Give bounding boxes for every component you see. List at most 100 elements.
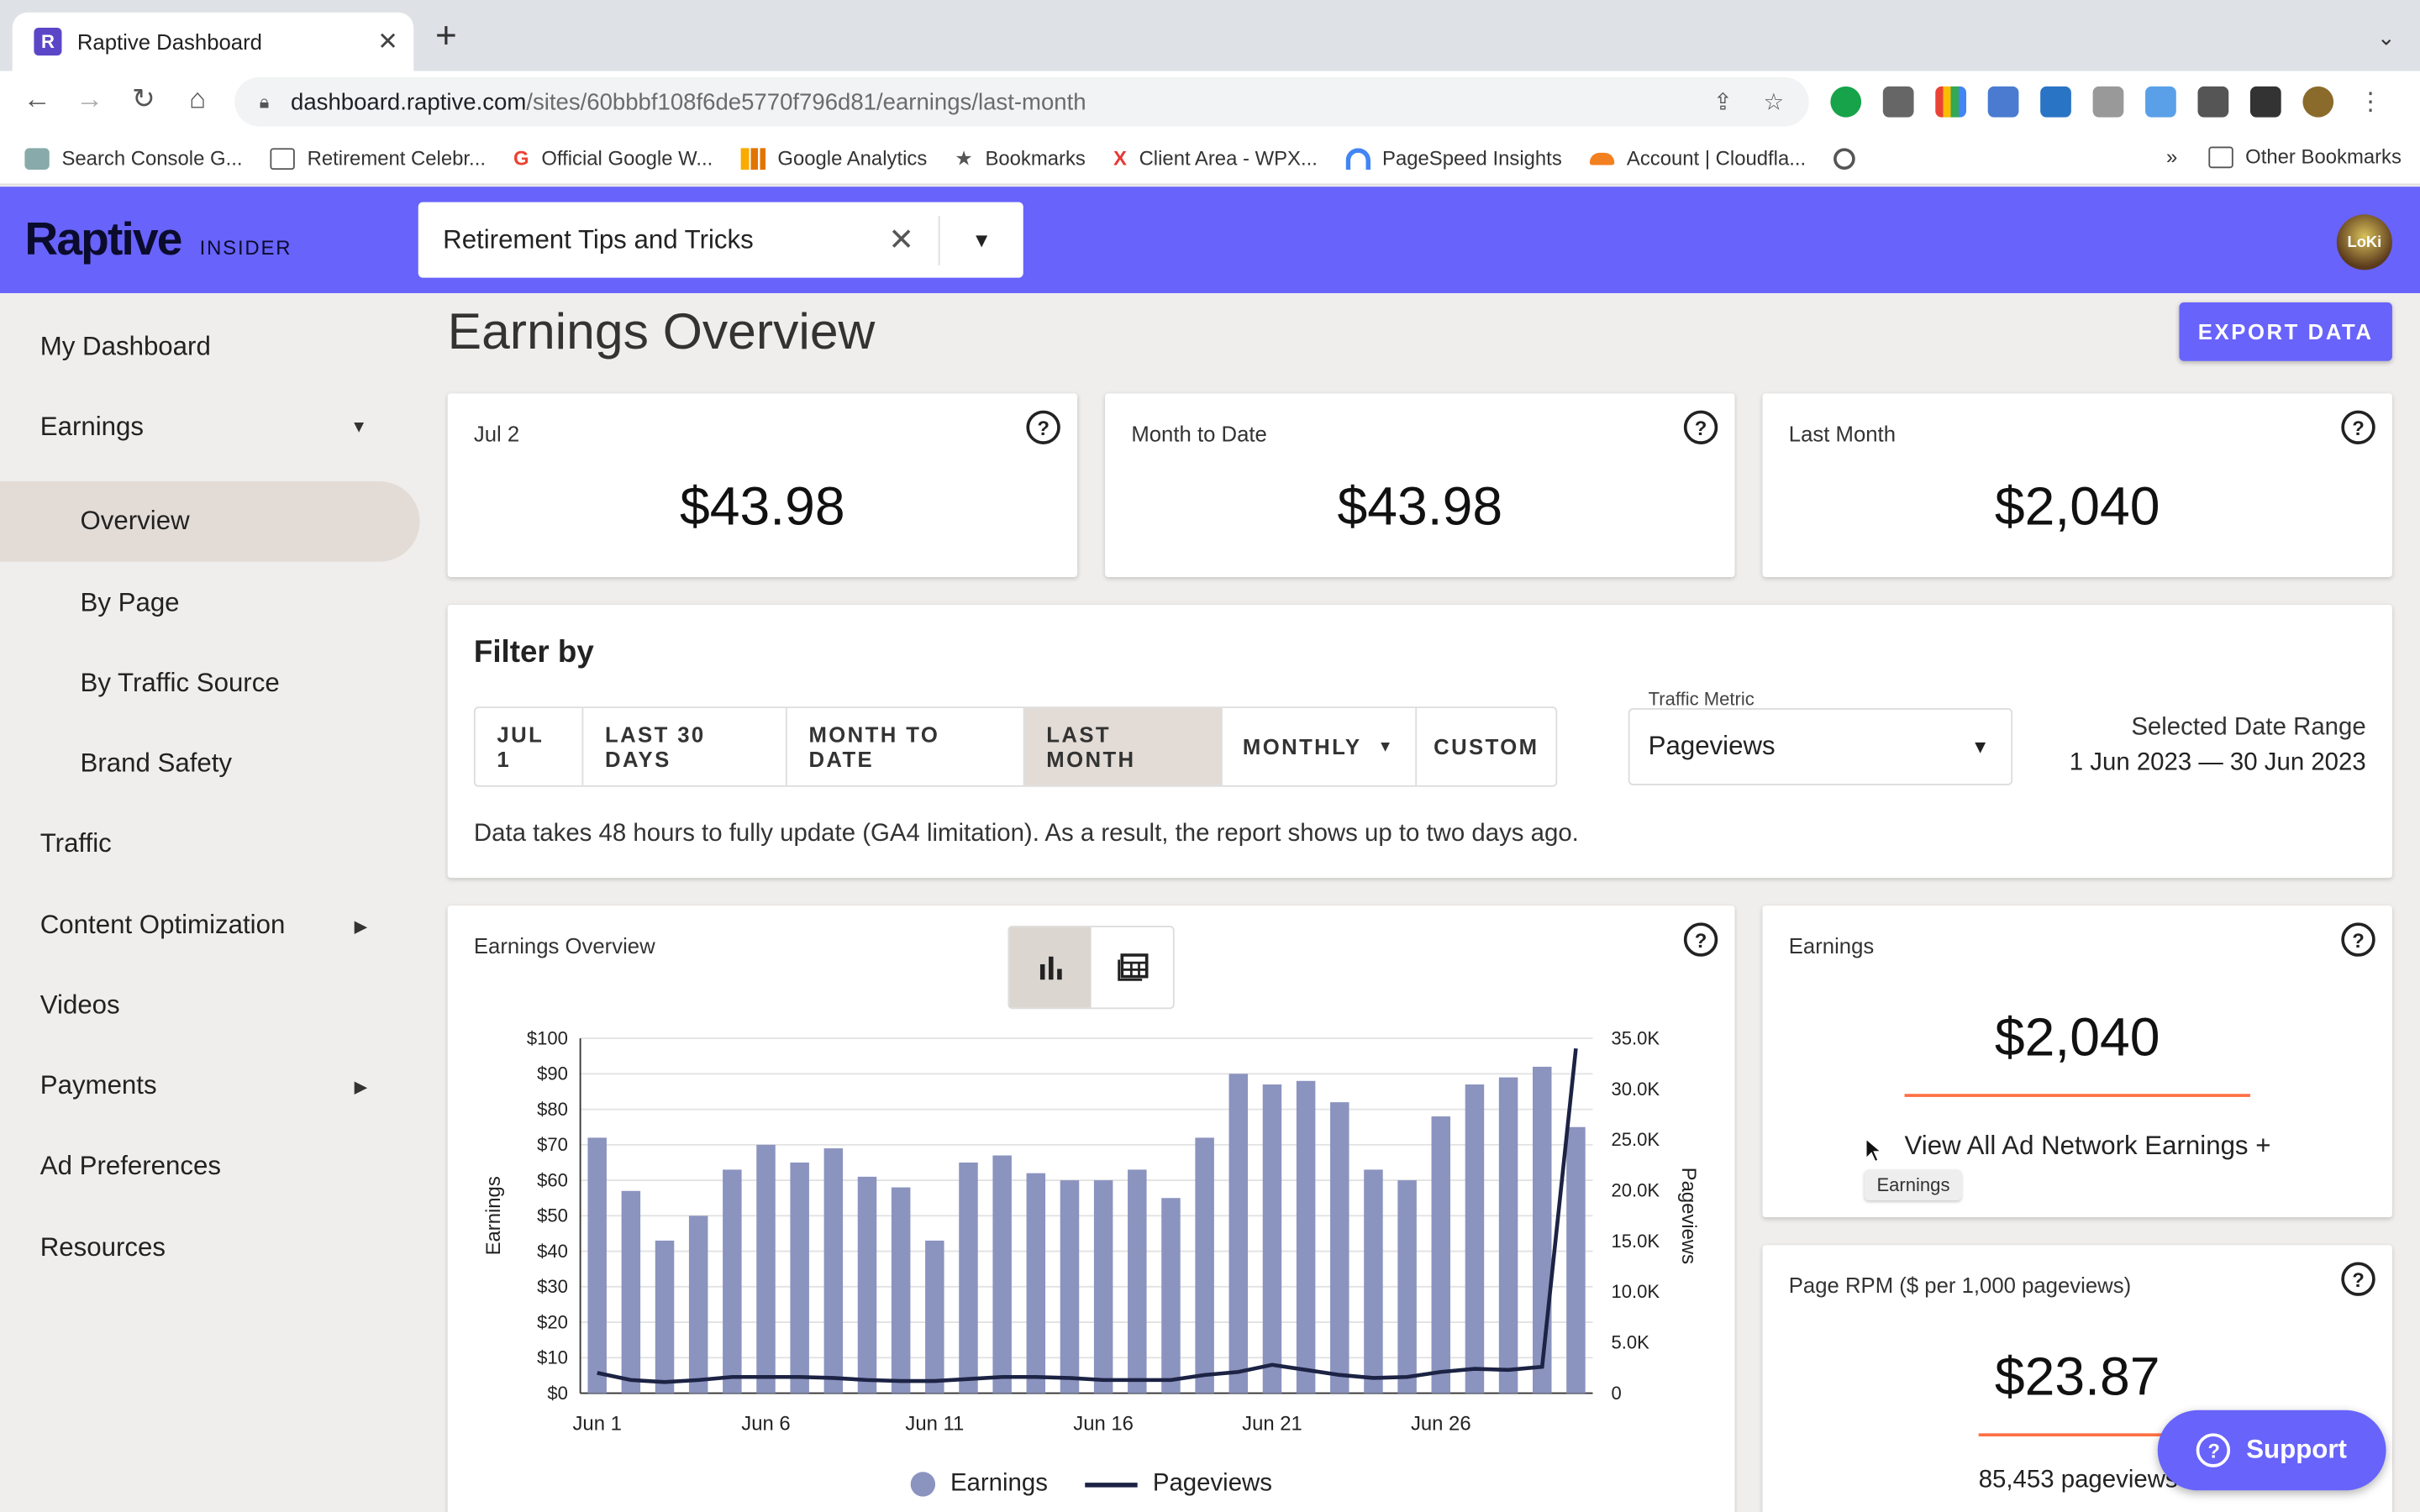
- share-icon[interactable]: ⇪: [1713, 88, 1733, 116]
- grammarly-extension-icon[interactable]: [1830, 86, 1862, 118]
- bookmark-globe[interactable]: [1833, 147, 1855, 170]
- app-header: Raptive INSIDER Retirement Tips and Tric…: [0, 186, 2420, 293]
- y2-tick-label: 15.0K: [1612, 1231, 1660, 1252]
- back-icon[interactable]: ←: [18, 83, 55, 116]
- sidebar-item-by-page[interactable]: By Page: [0, 563, 420, 643]
- sidebar-item-ad-preferences[interactable]: Ad Preferences: [0, 1126, 420, 1207]
- traffic-metric-select[interactable]: Pageviews ▼: [1628, 708, 2013, 785]
- data-delay-note: Data takes 48 hours to fully update (GA4…: [473, 821, 1579, 848]
- page-title: Earnings Overview: [447, 302, 876, 360]
- pin-extension-icon[interactable]: [2145, 86, 2176, 118]
- bookmark-retirement-celebr[interactable]: Retirement Celebr...: [270, 146, 486, 170]
- sidebar-item-payments[interactable]: Payments ▶: [0, 1046, 420, 1126]
- help-icon[interactable]: ?: [2341, 1262, 2375, 1296]
- bookmark-client-area-wpx[interactable]: X Client Area - WPX...: [1113, 146, 1318, 170]
- help-icon[interactable]: ?: [1683, 410, 1718, 444]
- export-data-button[interactable]: EXPORT DATA: [2179, 302, 2392, 361]
- earnings-bar: [1296, 1080, 1316, 1394]
- sidebar-item-traffic[interactable]: Traffic: [0, 804, 420, 885]
- view-all-ad-network-earnings-link[interactable]: View All Ad Network Earnings +: [1905, 1131, 2271, 1162]
- legend-earnings[interactable]: Earnings: [910, 1470, 1048, 1498]
- earnings-bar: [1566, 1126, 1586, 1394]
- url-host: dashboard.raptive.com: [291, 88, 527, 115]
- earnings-bar: [1498, 1077, 1518, 1394]
- stat-value: $2,040: [1994, 476, 2160, 538]
- star-icon: ★: [955, 145, 973, 170]
- sidebar-item-overview[interactable]: Overview: [0, 481, 420, 562]
- new-tab-icon[interactable]: +: [435, 18, 457, 55]
- brand-logo[interactable]: Raptive INSIDER: [24, 214, 292, 266]
- bookmark-cloudflare[interactable]: Account | Cloudfla...: [1589, 146, 1806, 170]
- bookmarks-bar: Search Console G... Retirement Celebr...…: [0, 132, 2420, 186]
- earnings-bar: [1330, 1102, 1349, 1394]
- filter-last-30-days-button[interactable]: LAST 30 DAYS: [583, 708, 787, 785]
- earnings-bar: [1228, 1074, 1249, 1394]
- bookmark-bookmarks[interactable]: ★ Bookmarks: [955, 146, 1086, 171]
- site-selector[interactable]: Retirement Tips and Tricks ✕ ▼: [418, 202, 1023, 278]
- recycle-extension-icon[interactable]: [1882, 86, 1914, 118]
- profile-icon[interactable]: [2302, 86, 2334, 118]
- bookmark-pagespeed[interactable]: PageSpeed Insights: [1344, 146, 1562, 170]
- translate-extension-icon[interactable]: [1987, 86, 2019, 118]
- stat-card-month-to-date: Month to Date ? $43.98: [1105, 393, 1735, 577]
- filter-month-to-date-button[interactable]: MONTH TO DATE: [787, 708, 1025, 785]
- puzzle-extensions-icon[interactable]: [2197, 86, 2229, 118]
- earnings-bar: [688, 1215, 708, 1394]
- sidebar-item-earnings[interactable]: Earnings ▼: [0, 387, 420, 468]
- pagespeed-icon: [1344, 147, 1370, 170]
- tab-close-icon[interactable]: ✕: [377, 26, 398, 57]
- earnings-bar: [1431, 1116, 1451, 1394]
- forward-icon[interactable]: →: [71, 83, 108, 116]
- y-tick-label: $30: [537, 1276, 568, 1297]
- help-icon[interactable]: ?: [2341, 922, 2375, 957]
- folder-icon: [2208, 145, 2233, 168]
- home-icon[interactable]: ⌂: [179, 83, 216, 116]
- legend-pageviews[interactable]: Pageviews: [1085, 1470, 1272, 1498]
- filter-last-month-button[interactable]: LAST MONTH: [1024, 708, 1223, 785]
- earnings-chart-card: Earnings Overview ? $0 $10 $20 $30 $40 $50 $60…: [447, 906, 1735, 1512]
- y-axis-label: Earnings: [482, 1176, 505, 1255]
- bookmark-official-google[interactable]: G Official Google W...: [513, 146, 713, 170]
- stat-label: Month to Date: [1131, 421, 1267, 446]
- bookmark-google-analytics[interactable]: Google Analytics: [740, 146, 927, 170]
- stat-card-last-month: Last Month ? $2,040: [1762, 393, 2392, 577]
- earnings-bar: [1128, 1169, 1147, 1394]
- filter-monthly-button[interactable]: MONTHLY ▼: [1223, 708, 1418, 785]
- chart-legend: Earnings Pageviews: [448, 1470, 1735, 1498]
- bookmarks-overflow-icon[interactable]: »: [2166, 145, 2177, 169]
- bookmark-star-icon[interactable]: ☆: [1764, 88, 1785, 116]
- sidebar-item-content-optimization[interactable]: Content Optimization ▶: [0, 885, 420, 966]
- google-extension-icon[interactable]: [1935, 86, 1967, 118]
- filter-jul-1-button[interactable]: JUL 1: [476, 708, 584, 785]
- avatar[interactable]: LoKi: [2336, 214, 2392, 270]
- address-bar[interactable]: 🔒︎ dashboard.raptive.com/sites/60bbbf108…: [234, 76, 1809, 127]
- expand-extension-icon[interactable]: [2092, 86, 2124, 118]
- book-extension-icon[interactable]: [2040, 86, 2071, 118]
- y2-axis-label: Pageviews: [1677, 1168, 1700, 1264]
- help-icon[interactable]: ?: [1026, 410, 1060, 444]
- bookmark-search-console[interactable]: Search Console G...: [24, 146, 242, 170]
- earnings-bar: [790, 1162, 809, 1394]
- sidebar-item-brand-safety[interactable]: Brand Safety: [0, 723, 420, 804]
- sidebar-item-videos[interactable]: Videos: [0, 966, 420, 1047]
- sidebar-item-resources[interactable]: Resources: [0, 1208, 420, 1289]
- clear-site-icon[interactable]: ✕: [865, 221, 939, 260]
- menu-kebab-icon[interactable]: ⋮: [2355, 87, 2386, 118]
- filter-custom-button[interactable]: CUSTOM: [1417, 708, 1555, 785]
- earnings-pageviews-chart: $0 $10 $20 $30 $40 $50 $60 $70 $80 $90 $100 0 5.0K 10…: [482, 1027, 1700, 1435]
- date-range-label: Selected Date Range: [2131, 714, 2366, 741]
- support-button[interactable]: ? Support: [2157, 1410, 2386, 1491]
- browser-tab[interactable]: R Raptive Dashboard ✕: [12, 12, 414, 71]
- sidepanel-icon[interactable]: [2249, 86, 2281, 118]
- earnings-bar: [823, 1148, 844, 1394]
- earnings-bar: [1465, 1084, 1485, 1394]
- sidebar-item-by-traffic-source[interactable]: By Traffic Source: [0, 643, 420, 724]
- tab-search-chevron-icon[interactable]: ⌄: [2377, 24, 2396, 50]
- site-dropdown-caret-icon[interactable]: ▼: [940, 228, 1023, 252]
- reload-icon[interactable]: ↻: [125, 83, 162, 116]
- help-icon[interactable]: ?: [2341, 410, 2375, 444]
- cloudflare-icon: [1589, 151, 1615, 165]
- sidebar-item-my-dashboard[interactable]: My Dashboard: [0, 307, 420, 388]
- other-bookmarks[interactable]: Other Bookmarks: [2208, 145, 2402, 168]
- y2-tick-label: 35.0K: [1612, 1027, 1660, 1048]
